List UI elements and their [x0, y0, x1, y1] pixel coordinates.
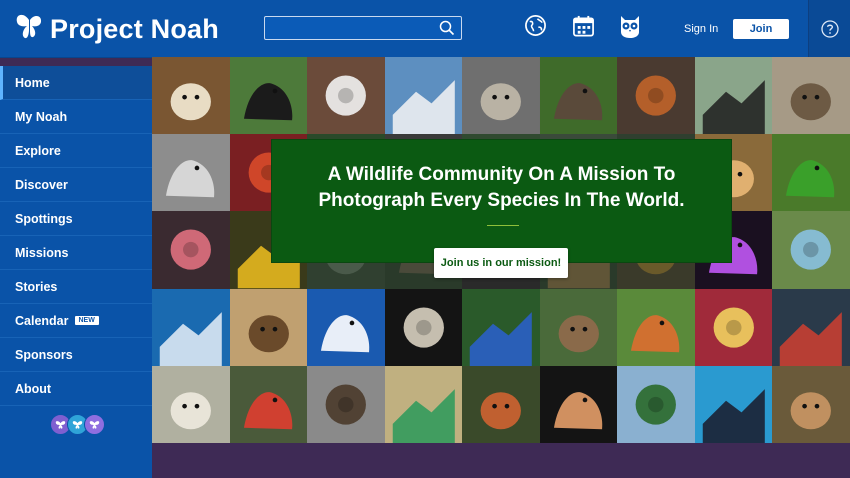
logo-text: Project Noah: [50, 13, 219, 44]
wildlife-photo-tile[interactable]: [229, 288, 308, 366]
wildlife-photo-tile[interactable]: [772, 288, 850, 366]
wildlife-photo-tile[interactable]: [539, 365, 618, 443]
wildlife-photo-tile[interactable]: [772, 211, 850, 289]
wildlife-photo-tile[interactable]: [462, 57, 540, 135]
sidebar-item-calendar[interactable]: Calendar NEW: [0, 304, 152, 338]
wildlife-photo-tile[interactable]: [539, 288, 618, 366]
wildlife-photo-tile[interactable]: [617, 365, 695, 443]
help-panel: [808, 0, 850, 57]
sidebar-item-stories[interactable]: Stories: [0, 270, 152, 304]
wildlife-photo-tile[interactable]: [307, 365, 385, 443]
wildlife-photo-tile[interactable]: [462, 288, 540, 366]
wildlife-photo-tile[interactable]: [384, 365, 463, 443]
wildlife-photo-tile[interactable]: [694, 365, 773, 443]
hero-divider: [487, 225, 519, 226]
hero-banner: A Wildlife Community On A Mission To Pho…: [271, 139, 732, 263]
wildlife-photo-tile[interactable]: [152, 57, 230, 135]
new-badge: NEW: [74, 316, 99, 325]
wildlife-photo-tile[interactable]: [229, 365, 308, 443]
wildlife-photo-tile[interactable]: [694, 57, 773, 135]
search-input[interactable]: [265, 17, 447, 39]
wildlife-photo-tile[interactable]: [384, 57, 463, 135]
sidebar-item-about[interactable]: About: [0, 372, 152, 406]
join-button[interactable]: Join: [733, 19, 789, 39]
wildlife-photo-tile[interactable]: [617, 288, 695, 366]
sidebar-item-sponsors[interactable]: Sponsors: [0, 338, 152, 372]
sidebar-item-home[interactable]: Home: [0, 66, 152, 100]
wildlife-photo-tile[interactable]: [384, 288, 463, 366]
wildlife-photo-tile[interactable]: [307, 57, 385, 135]
wildlife-photo-tile[interactable]: [772, 57, 850, 135]
sidebar-item-spottings[interactable]: Spottings: [0, 202, 152, 236]
wildlife-photo-tile[interactable]: [152, 211, 230, 289]
wildlife-photo-tile[interactable]: [152, 288, 230, 366]
footer-band: [152, 443, 850, 478]
wildlife-photo-tile[interactable]: [462, 365, 540, 443]
wildlife-photo-tile[interactable]: [694, 288, 773, 366]
sign-in-link[interactable]: Sign In: [684, 23, 718, 35]
sidebar-nav: Home My Noah Explore Discover Spottings …: [0, 66, 152, 478]
globe-icon[interactable]: [524, 14, 547, 42]
wildlife-photo-tile[interactable]: [229, 57, 308, 135]
sidebar-item-discover[interactable]: Discover: [0, 168, 152, 202]
wildlife-photo-tile[interactable]: [152, 134, 230, 212]
help-icon[interactable]: [821, 20, 839, 43]
join-mission-button[interactable]: Join us in our mission!: [434, 248, 568, 278]
sidebar-item-my-noah[interactable]: My Noah: [0, 100, 152, 134]
top-header: Project Noah Sign In Join: [0, 0, 850, 58]
sidebar-item-explore[interactable]: Explore: [0, 134, 152, 168]
butterfly-badges: [0, 406, 152, 435]
search-icon[interactable]: [439, 20, 455, 41]
wildlife-photo-tile[interactable]: [539, 57, 618, 135]
search-box[interactable]: [264, 16, 462, 40]
wildlife-photo-tile[interactable]: [772, 134, 850, 212]
butterfly-logo-icon: [14, 12, 44, 47]
sidebar-item-missions[interactable]: Missions: [0, 236, 152, 270]
wildlife-photo-tile[interactable]: [152, 365, 230, 443]
project-noah-logo[interactable]: Project Noah: [14, 10, 219, 48]
calendar-icon[interactable]: [572, 14, 595, 43]
wildlife-photo-tile[interactable]: [617, 57, 695, 135]
hero-title: A Wildlife Community On A Mission To Pho…: [318, 164, 685, 211]
wildlife-photo-tile[interactable]: [307, 288, 385, 366]
wildlife-photo-tile[interactable]: [772, 365, 850, 443]
owl-icon[interactable]: [619, 14, 641, 44]
butterfly-badge-icon: [84, 414, 105, 435]
